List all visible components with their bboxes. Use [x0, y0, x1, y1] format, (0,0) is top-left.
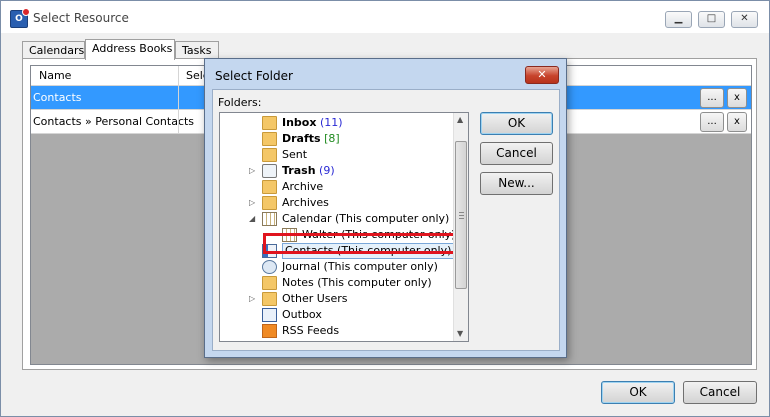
folders-label: Folders: — [218, 96, 262, 109]
expand-icon[interactable]: ▷ — [249, 195, 255, 211]
expand-icon[interactable]: ▷ — [249, 163, 255, 179]
drafts-icon — [262, 132, 277, 146]
ok-button[interactable]: OK — [601, 381, 675, 404]
selection-highlight-box — [263, 233, 463, 254]
expand-icon[interactable]: ▷ — [249, 291, 255, 307]
close-button[interactable]: ✕ — [731, 11, 758, 28]
folder-icon — [262, 180, 277, 194]
browse-button[interactable]: ... — [700, 112, 724, 132]
row-name: Contacts — [33, 91, 82, 104]
tab-calendars[interactable]: Calendars — [22, 41, 85, 59]
remove-button[interactable]: x — [727, 112, 747, 132]
cancel-button[interactable]: Cancel — [683, 381, 757, 404]
trash-icon — [262, 164, 277, 178]
sent-icon — [262, 148, 277, 162]
dialog-title: Select Folder — [215, 69, 293, 83]
maximize-button[interactable]: □ — [698, 11, 725, 28]
tab-address-books[interactable]: Address Books — [85, 39, 175, 60]
journal-icon — [262, 260, 277, 274]
calendar-icon — [262, 212, 277, 226]
minimize-button[interactable]: ▁ — [665, 11, 692, 28]
rss-icon — [262, 324, 277, 338]
column-header-name[interactable]: Name — [39, 69, 71, 82]
scroll-down-icon[interactable]: ▼ — [457, 329, 463, 338]
folder-icon — [262, 292, 277, 306]
dialog-body: Folders: Inbox (11) Drafts [8] Sent ▷ Tr… — [212, 89, 560, 351]
row-name: Contacts » Personal Contacts — [33, 115, 195, 128]
remove-button[interactable]: x — [727, 88, 747, 108]
select-folder-dialog: Select Folder ✕ Folders: Inbox (11) Draf… — [204, 58, 567, 358]
scroll-up-icon[interactable]: ▲ — [457, 115, 463, 124]
app-icon: O — [10, 8, 30, 28]
folder-tree[interactable]: Inbox (11) Drafts [8] Sent ▷ Trash (9) A… — [219, 112, 469, 342]
folder-icon — [262, 196, 277, 210]
outbox-icon — [262, 308, 277, 322]
scrollbar-thumb[interactable] — [455, 141, 467, 289]
dialog-close-button[interactable]: ✕ — [525, 66, 559, 84]
browse-button[interactable]: ... — [700, 88, 724, 108]
collapse-icon[interactable]: ◢ — [249, 211, 255, 227]
new-folder-button[interactable]: New... — [480, 172, 553, 195]
dialog-ok-button[interactable]: OK — [480, 112, 553, 135]
tree-scrollbar[interactable]: ▲ ▼ — [453, 113, 468, 341]
title-bar: O Select Resource ▁ □ ✕ — [1, 1, 769, 33]
tab-tasks[interactable]: Tasks — [175, 41, 219, 59]
window-title: Select Resource — [33, 11, 129, 25]
inbox-icon — [262, 116, 277, 130]
dialog-cancel-button[interactable]: Cancel — [480, 142, 553, 165]
notes-icon — [262, 276, 277, 290]
